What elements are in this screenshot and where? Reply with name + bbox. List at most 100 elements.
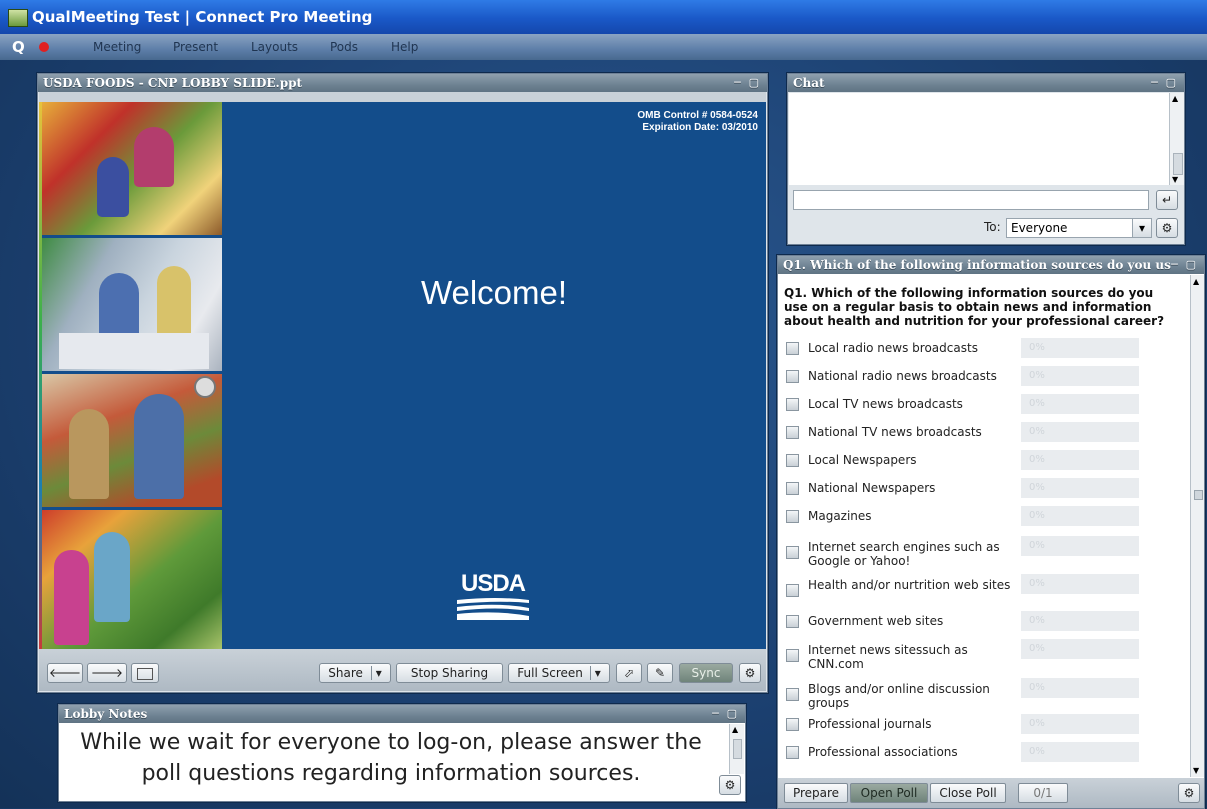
scroll-thumb[interactable]: [733, 739, 742, 759]
notes-text[interactable]: While we wait for everyone to log-on, pl…: [63, 727, 719, 789]
draw-tool-button[interactable]: ✎: [647, 663, 673, 683]
pod-window-controls-icon[interactable]: ─ ▢: [712, 705, 739, 723]
sync-button[interactable]: Sync: [679, 663, 733, 683]
chat-to-label: To:: [984, 220, 1001, 234]
market-photo-3: [39, 374, 222, 507]
scroll-down-icon[interactable]: ▼: [1172, 175, 1178, 184]
sidebar-toggle-button[interactable]: [131, 663, 159, 683]
poll-option-checkbox[interactable]: [786, 398, 799, 411]
poll-option-result: 0%: [1021, 366, 1139, 386]
poll-option-checkbox[interactable]: [786, 584, 799, 597]
poll-options-button[interactable]: ⚙: [1178, 783, 1200, 803]
prev-slide-button[interactable]: 🡐: [47, 663, 83, 683]
poll-option-checkbox[interactable]: [786, 370, 799, 383]
poll-footer: Prepare Open Poll Close Poll 0/1 ⚙: [778, 778, 1204, 808]
poll-option-label: Blogs and/or online discussion groups: [808, 682, 990, 710]
pointer-tool-button[interactable]: ⬀: [616, 663, 642, 683]
chat-scrollbar[interactable]: ▲ ▼: [1169, 93, 1184, 185]
usda-logo-text: USDA: [460, 570, 526, 597]
scroll-down-icon[interactable]: ▼: [1193, 766, 1199, 775]
poll-option-checkbox[interactable]: [786, 510, 799, 523]
notes-scrollbar[interactable]: ▲: [729, 724, 744, 774]
close-poll-button[interactable]: Close Poll: [930, 783, 1006, 803]
poll-option-label: Government web sites: [808, 614, 944, 628]
share-pod-title: USDA FOODS - CNP LOBBY SLIDE.ppt: [43, 76, 303, 90]
pointer-icon: ⬀: [623, 666, 635, 680]
poll-option-checkbox[interactable]: [786, 718, 799, 731]
poll-option-checkbox[interactable]: [786, 688, 799, 701]
menu-meeting[interactable]: Meeting: [93, 40, 141, 54]
panel-icon: [137, 667, 153, 680]
poll-option-label: Professional associations: [808, 745, 958, 759]
poll-page-counter: 0/1: [1018, 783, 1068, 803]
poll-option-label: Local Newspapers: [808, 453, 917, 467]
pod-window-controls-icon[interactable]: ─ ▢: [1171, 256, 1198, 274]
chevron-down-icon[interactable]: ▾: [1132, 219, 1151, 237]
poll-option-label: National radio news broadcasts: [808, 369, 997, 383]
share-toolbar: 🡐 🡒 Share ▾ Stop Sharing Full Screen ▾ ⬀…: [39, 649, 766, 691]
window-titlebar: QualMeeting Test | Connect Pro Meeting: [0, 0, 1207, 34]
pod-window-controls-icon[interactable]: ─ ▢: [734, 74, 761, 92]
poll-option-checkbox[interactable]: [786, 615, 799, 628]
poll-option-checkbox[interactable]: [786, 426, 799, 439]
stop-sharing-button[interactable]: Stop Sharing: [396, 663, 503, 683]
notes-pod: Lobby Notes ─ ▢ While we wait for everyo…: [58, 704, 746, 802]
poll-option-label: Internet news sitessuch as CNN.com: [808, 643, 968, 671]
expiration-date: Expiration Date: 03/2010: [642, 122, 758, 133]
usda-logo: USDA: [457, 570, 529, 628]
scroll-up-icon[interactable]: ▲: [1193, 277, 1199, 286]
produce-photo-1: [39, 102, 222, 235]
menu-present[interactable]: Present: [173, 40, 218, 54]
gear-icon: ⚙: [1183, 786, 1195, 800]
menu-help[interactable]: Help: [391, 40, 418, 54]
poll-option-result: 0%: [1021, 714, 1139, 734]
open-poll-button[interactable]: Open Poll: [850, 783, 928, 803]
poll-option-label: Professional journals: [808, 717, 932, 731]
poll-option-result: 0%: [1021, 574, 1139, 594]
poll-option-result: 0%: [1021, 506, 1139, 526]
slide-content: OMB Control # 0584-0524 Expiration Date:…: [39, 102, 766, 649]
shopping-photo-2: [39, 238, 222, 371]
notes-pod-header[interactable]: Lobby Notes ─ ▢: [59, 705, 745, 723]
share-pod-header[interactable]: USDA FOODS - CNP LOBBY SLIDE.ppt ─ ▢: [38, 74, 767, 92]
poll-option-checkbox[interactable]: [786, 454, 799, 467]
send-message-button[interactable]: ↵: [1156, 190, 1178, 210]
poll-option-checkbox[interactable]: [786, 746, 799, 759]
menubar: Q Meeting Present Layouts Pods Help: [0, 34, 1207, 60]
scroll-thumb[interactable]: [1194, 490, 1203, 500]
chat-pod-header[interactable]: Chat ─ ▢: [788, 74, 1184, 92]
poll-option-checkbox[interactable]: [786, 546, 799, 559]
poll-option-label: Local TV news broadcasts: [808, 397, 963, 411]
omb-control: OMB Control # 0584-0524: [637, 110, 758, 121]
chat-messages-area[interactable]: [789, 93, 1169, 185]
pod-options-button[interactable]: ⚙: [739, 663, 761, 683]
menu-pods[interactable]: Pods: [330, 40, 358, 54]
next-slide-button[interactable]: 🡒: [87, 663, 127, 683]
pod-window-controls-icon[interactable]: ─ ▢: [1151, 74, 1178, 92]
scroll-up-icon[interactable]: ▲: [732, 725, 738, 734]
poll-option-checkbox[interactable]: [786, 342, 799, 355]
full-screen-label: Full Screen: [517, 666, 583, 680]
connect-logo-icon[interactable]: Q: [12, 38, 25, 56]
recording-indicator-icon[interactable]: [39, 42, 49, 52]
share-button[interactable]: Share ▾: [319, 663, 391, 683]
chat-options-button[interactable]: ⚙: [1156, 218, 1178, 238]
poll-option-checkbox[interactable]: [786, 482, 799, 495]
scroll-up-icon[interactable]: ▲: [1172, 94, 1178, 103]
poll-option-result: 0%: [1021, 742, 1139, 762]
poll-option-checkbox[interactable]: [786, 649, 799, 662]
app-icon: [8, 9, 28, 27]
notes-options-button[interactable]: ⚙: [719, 775, 741, 795]
poll-scrollbar[interactable]: ▲ ▼: [1190, 275, 1204, 777]
full-screen-button[interactable]: Full Screen ▾: [508, 663, 610, 683]
chat-recipient-select[interactable]: Everyone ▾: [1006, 218, 1152, 238]
poll-option-label: Health and/or nurtrition web sites: [808, 578, 1011, 592]
prepare-button[interactable]: Prepare: [784, 783, 848, 803]
poll-option-result: 0%: [1021, 478, 1139, 498]
menu-layouts[interactable]: Layouts: [251, 40, 298, 54]
poll-pod-header[interactable]: Q1. Which of the following information s…: [778, 256, 1204, 274]
chat-message-input[interactable]: [793, 190, 1149, 210]
scroll-thumb[interactable]: [1173, 153, 1183, 175]
edit-icon: ✎: [654, 666, 666, 680]
poll-option-result: 0%: [1021, 422, 1139, 442]
